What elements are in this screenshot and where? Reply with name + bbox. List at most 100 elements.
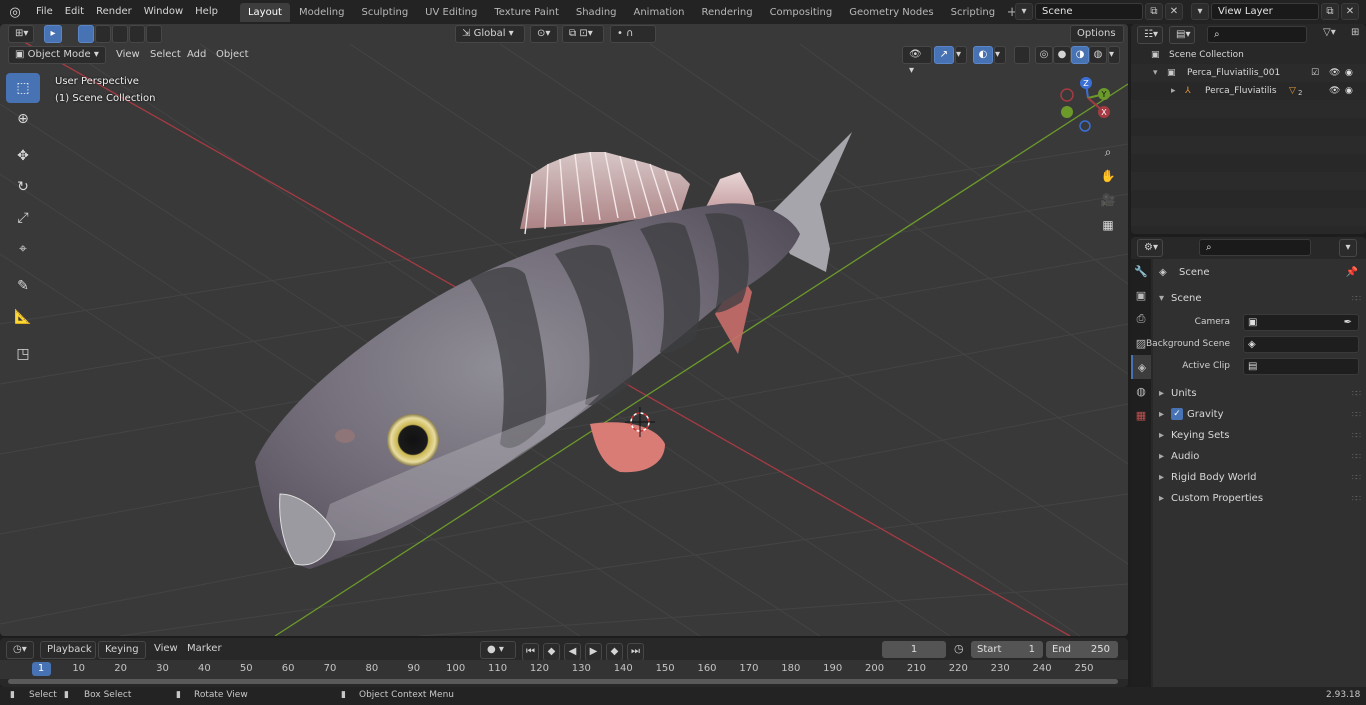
auto-keying-icon[interactable]: ● ▾ (480, 641, 516, 659)
visibility-dropdown[interactable]: 👁▾ (902, 46, 932, 76)
outliner-row-object[interactable]: ▸ ⅄ Perca_Fluviatilis ▽ 2 👁 ◉ (1131, 82, 1366, 100)
timeline-editor-type-icon[interactable]: ◷▾ (6, 641, 34, 659)
ortho-grid-icon[interactable]: ▦ (1097, 214, 1119, 236)
tool-tab-icon[interactable]: 🔧 (1131, 259, 1151, 283)
background-scene-field[interactable]: ◈ (1243, 335, 1359, 353)
tab-animation[interactable]: Animation (626, 3, 693, 22)
navigation-gizmo[interactable]: Z Y X (1052, 74, 1118, 140)
outliner-row-collection[interactable]: ▾ ▣ Perca_Fluviatilis_001 ☑ 👁 ◉ (1131, 64, 1366, 82)
overlay-dropdown-icon[interactable]: ▾ (994, 46, 1006, 64)
playback-menu[interactable]: Playback ▾ (40, 641, 96, 671)
scene-name-field[interactable]: Scene (1035, 2, 1143, 20)
outliner-search-input[interactable]: ⌕ (1207, 26, 1307, 43)
menu-window[interactable]: Window (138, 2, 189, 22)
mode-extend-icon[interactable] (95, 25, 111, 43)
keying-sets-panel-header[interactable]: ▸ Keying Sets ∷∷ (1153, 425, 1366, 445)
camera-render-icon[interactable]: ◉ (1345, 68, 1353, 78)
tab-geometry-nodes[interactable]: Geometry Nodes (841, 3, 941, 22)
drag-grip-icon[interactable]: ∷∷ (1352, 389, 1361, 398)
proportional-edit-toggle[interactable]: • ∩ (610, 25, 656, 43)
pan-hand-icon[interactable]: ✋ (1097, 165, 1119, 187)
tab-modeling[interactable]: Modeling (291, 3, 353, 22)
current-frame-field[interactable]: 1 (882, 641, 946, 658)
scale-tool-icon[interactable]: ⤢ (6, 203, 40, 233)
eye-icon[interactable]: 👁 (1329, 86, 1340, 96)
tab-shading[interactable]: Shading (568, 3, 625, 22)
output-tab-icon[interactable]: ⎙ (1131, 307, 1151, 331)
measure-tool-icon[interactable]: 📐 (6, 302, 40, 332)
world-tab-icon[interactable]: ◍ (1131, 379, 1151, 403)
drag-grip-icon[interactable]: ∷∷ (1352, 431, 1361, 440)
drag-grip-icon[interactable]: ∷∷ (1352, 410, 1361, 419)
transform-tool-icon[interactable]: ⌖ (6, 234, 40, 264)
custom-properties-panel-header[interactable]: ▸ Custom Properties ∷∷ (1153, 488, 1366, 508)
outliner-row-scene-collection[interactable]: ▣ Scene Collection (1131, 46, 1366, 64)
view-layer-browse-icon[interactable]: ▾ (1191, 2, 1209, 20)
timeline-view-menu[interactable]: View (148, 640, 184, 658)
mode-new-icon[interactable] (78, 25, 94, 43)
properties-search-input[interactable]: ⌕ (1199, 239, 1311, 256)
object-mode-dropdown[interactable]: ▣ Object Mode ▾ (8, 46, 106, 64)
gizmo-toggle-icon[interactable]: ↗ (934, 46, 954, 64)
preview-range-icon[interactable]: ◷ (954, 642, 964, 655)
play-icon[interactable]: ▶ (585, 643, 602, 661)
drag-grip-icon[interactable]: ∷∷ (1352, 294, 1361, 303)
select-box-icon[interactable]: ⬚ (6, 73, 40, 103)
drag-grip-icon[interactable]: ∷∷ (1352, 452, 1361, 461)
mode-subtract-icon[interactable] (112, 25, 128, 43)
menu-add[interactable]: Add (181, 46, 212, 64)
orientation-dropdown[interactable]: ⇲ Global ▾ (455, 25, 525, 43)
annotate-tool-icon[interactable]: ✎ (6, 271, 40, 301)
move-tool-icon[interactable]: ✥ (6, 141, 40, 171)
prev-keyframe-icon[interactable]: ◆ (543, 643, 560, 661)
rotate-tool-icon[interactable]: ↻ (6, 172, 40, 202)
units-panel-header[interactable]: ▸ Units ∷∷ (1153, 383, 1366, 403)
render-tab-icon[interactable]: ▣ (1131, 283, 1151, 307)
tab-layout[interactable]: Layout (239, 2, 290, 22)
menu-render[interactable]: Render (90, 2, 138, 22)
timeline-scrollbar[interactable] (8, 679, 1118, 684)
eye-icon[interactable]: 👁 (1329, 68, 1340, 78)
tab-scripting[interactable]: Scripting (943, 3, 1003, 22)
menu-file[interactable]: File (30, 2, 59, 22)
solid-shading-icon[interactable]: ● (1053, 46, 1071, 64)
editor-type-icon[interactable]: ⊞▾ (8, 25, 34, 43)
scene-tab-icon[interactable]: ◈ (1131, 355, 1151, 379)
menu-edit[interactable]: Edit (59, 2, 90, 22)
snap-toggle[interactable]: ⧉ ⊡▾ (562, 25, 604, 43)
new-collection-icon[interactable]: ⊞ (1351, 27, 1359, 38)
gizmo-dropdown-icon[interactable]: ▾ (955, 46, 967, 64)
jump-start-icon[interactable]: ⏮ (522, 643, 539, 661)
camera-render-icon[interactable]: ◉ (1345, 86, 1353, 96)
delete-scene-icon[interactable]: ✕ (1165, 2, 1183, 20)
play-reverse-icon[interactable]: ◀ (564, 643, 581, 661)
jump-end-icon[interactable]: ⏭ (627, 643, 644, 661)
filter-icon[interactable]: ▽▾ (1323, 27, 1336, 38)
tab-compositing[interactable]: Compositing (762, 3, 841, 22)
tab-uv-editing[interactable]: UV Editing (417, 3, 485, 22)
mode-intersect-icon[interactable] (146, 25, 162, 43)
tab-texture-paint[interactable]: Texture Paint (486, 3, 567, 22)
select-tool-icon[interactable]: ▸ (44, 25, 62, 43)
tab-rendering[interactable]: Rendering (693, 3, 760, 22)
start-frame-field[interactable]: Start 1 (971, 641, 1043, 658)
rigid-body-panel-header[interactable]: ▸ Rigid Body World ∷∷ (1153, 467, 1366, 487)
wireframe-shading-icon[interactable]: ◎ (1035, 46, 1053, 64)
options-dropdown[interactable]: Options ▾ (1070, 25, 1124, 55)
expand-right-icon[interactable]: ▸ (1171, 86, 1176, 96)
menu-view[interactable]: View (110, 46, 146, 64)
xray-toggle-icon[interactable] (1014, 46, 1030, 64)
delete-view-layer-icon[interactable]: ✕ (1341, 2, 1359, 20)
drag-grip-icon[interactable]: ∷∷ (1352, 473, 1361, 482)
exclude-checkbox-icon[interactable]: ☑ (1311, 68, 1319, 78)
outliner-editor-type-icon[interactable]: ☷▾ (1137, 26, 1163, 44)
add-cube-tool-icon[interactable]: ◳ (6, 339, 40, 369)
marker-menu[interactable]: Marker (181, 640, 228, 658)
eyedropper-icon[interactable]: ✒ (1344, 315, 1352, 330)
end-frame-field[interactable]: End 250 (1046, 641, 1118, 658)
active-clip-field[interactable]: ▤ (1243, 357, 1359, 375)
expand-down-icon[interactable]: ▾ (1153, 68, 1158, 78)
material-shading-icon[interactable]: ◑ (1071, 46, 1089, 64)
pin-icon[interactable]: 📌 (1346, 267, 1358, 278)
frame-ruler[interactable]: 1 10 20 30 40 50 60 70 80 90 100 110 120 130 140 150 160… (0, 660, 1128, 679)
